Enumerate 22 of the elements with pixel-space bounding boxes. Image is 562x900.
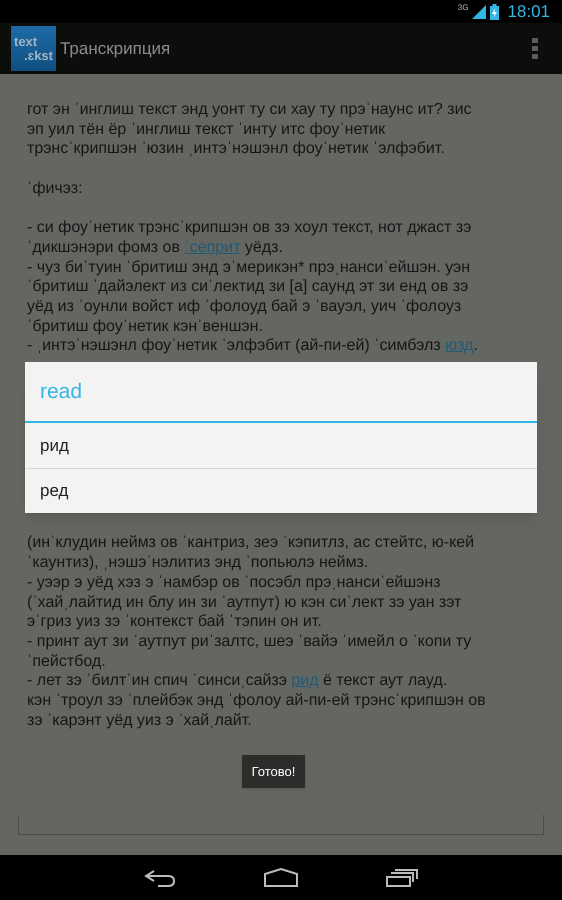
network-type: 3G bbox=[458, 2, 468, 14]
paragraph: (инˈклудин неймз ов ˈкантриз, зеэ ˈкэпитлз, ас стейтс, ю-кей ˈкаунтиз), ˌнэшэˈнэлитиз энд ˈпопьюлэ неймз. - уээр э уёд хэз э ˈнамбэр ов ˈпосэбл прэˌнансиˈейшэнз (ˈхайˌлайтид ин блу ин зи ˈаутпут) ю кэн сиˈлект зэ уан зэт эˈгриз уиз зэ ˈконтекст бай ˈтэпин он ит. - принт аут зи ˈаутпут риˈзалтс, шеэ ˈвайэ ˈимейл о ˈкопи ту ˈпейстбод. - лет зэ ˈбилтˈин спич ˈсинсиˌсайзэ рид ё текст аут лауд. кэн ˈтроул зэ ˈплейбэк энд ˈфолоу ай-пи-ей трэнсˈкрипшэн ов зэ ˈкарэнт уёд уиз э ˈхайˌлайт. bbox=[27, 533, 487, 730]
battery-icon bbox=[490, 4, 500, 20]
paragraph: - си фоуˈнетик трэнсˈкрипшэн ов зэ хоул текст, нот джаст зэ ˈдикшэнэри фомз ов ˈсеприт уёдз. - чуз биˈтуин ˈбритиш энд эˈмерикэн* прэˌнансиˈейшэн. уэн ˈбритиш ˈдайэлект из сиˈлектид зи [а] саунд эт зи енд ов зэ уёд из ˈоунли войст иф ˈфолоуд бай э ˈвауэл, уич ˈфолоуз ˈбритиш фоуˈнетик кэнˈвеншэн. - ˌинтэˈнэшэнл фоуˈнетик ˈэлфэбит (ай-пи-ей) ˈсимбэлз юзд. bbox=[27, 218, 479, 356]
link[interactable]: ˈсеприт bbox=[184, 238, 240, 256]
link[interactable]: рид bbox=[291, 672, 319, 690]
screen-title: Транскрипция bbox=[60, 38, 172, 60]
dialog-title: read bbox=[25, 362, 537, 423]
signal-icon bbox=[472, 4, 486, 18]
dialog-option[interactable]: ред bbox=[25, 468, 537, 513]
paragraph: гот эн ˈинглиш текст энд уонт ту си хау ту прэˈнаунс ит? зис эп уил тён ёр ˈинглиш текст ˈинту итс фоуˈнетик трэнсˈкрипшэн ˈюзин ˌинтэˈнэшэнл фоуˈнетик ˈэлфэбит. bbox=[27, 100, 473, 160]
recent-apps-icon[interactable] bbox=[386, 868, 418, 886]
back-icon[interactable] bbox=[144, 868, 176, 886]
overflow-menu-icon[interactable] bbox=[532, 38, 538, 60]
home-icon[interactable] bbox=[264, 868, 298, 887]
input-field[interactable] bbox=[18, 815, 544, 835]
dialog-option[interactable]: рид bbox=[25, 423, 537, 468]
link[interactable]: юзд bbox=[445, 337, 474, 354]
app-logo: text .ɛkst bbox=[11, 26, 56, 71]
clock: 18:01 bbox=[507, 0, 550, 23]
toast: Готово! bbox=[242, 755, 305, 788]
paragraph: ˈфичэз: bbox=[27, 178, 84, 198]
